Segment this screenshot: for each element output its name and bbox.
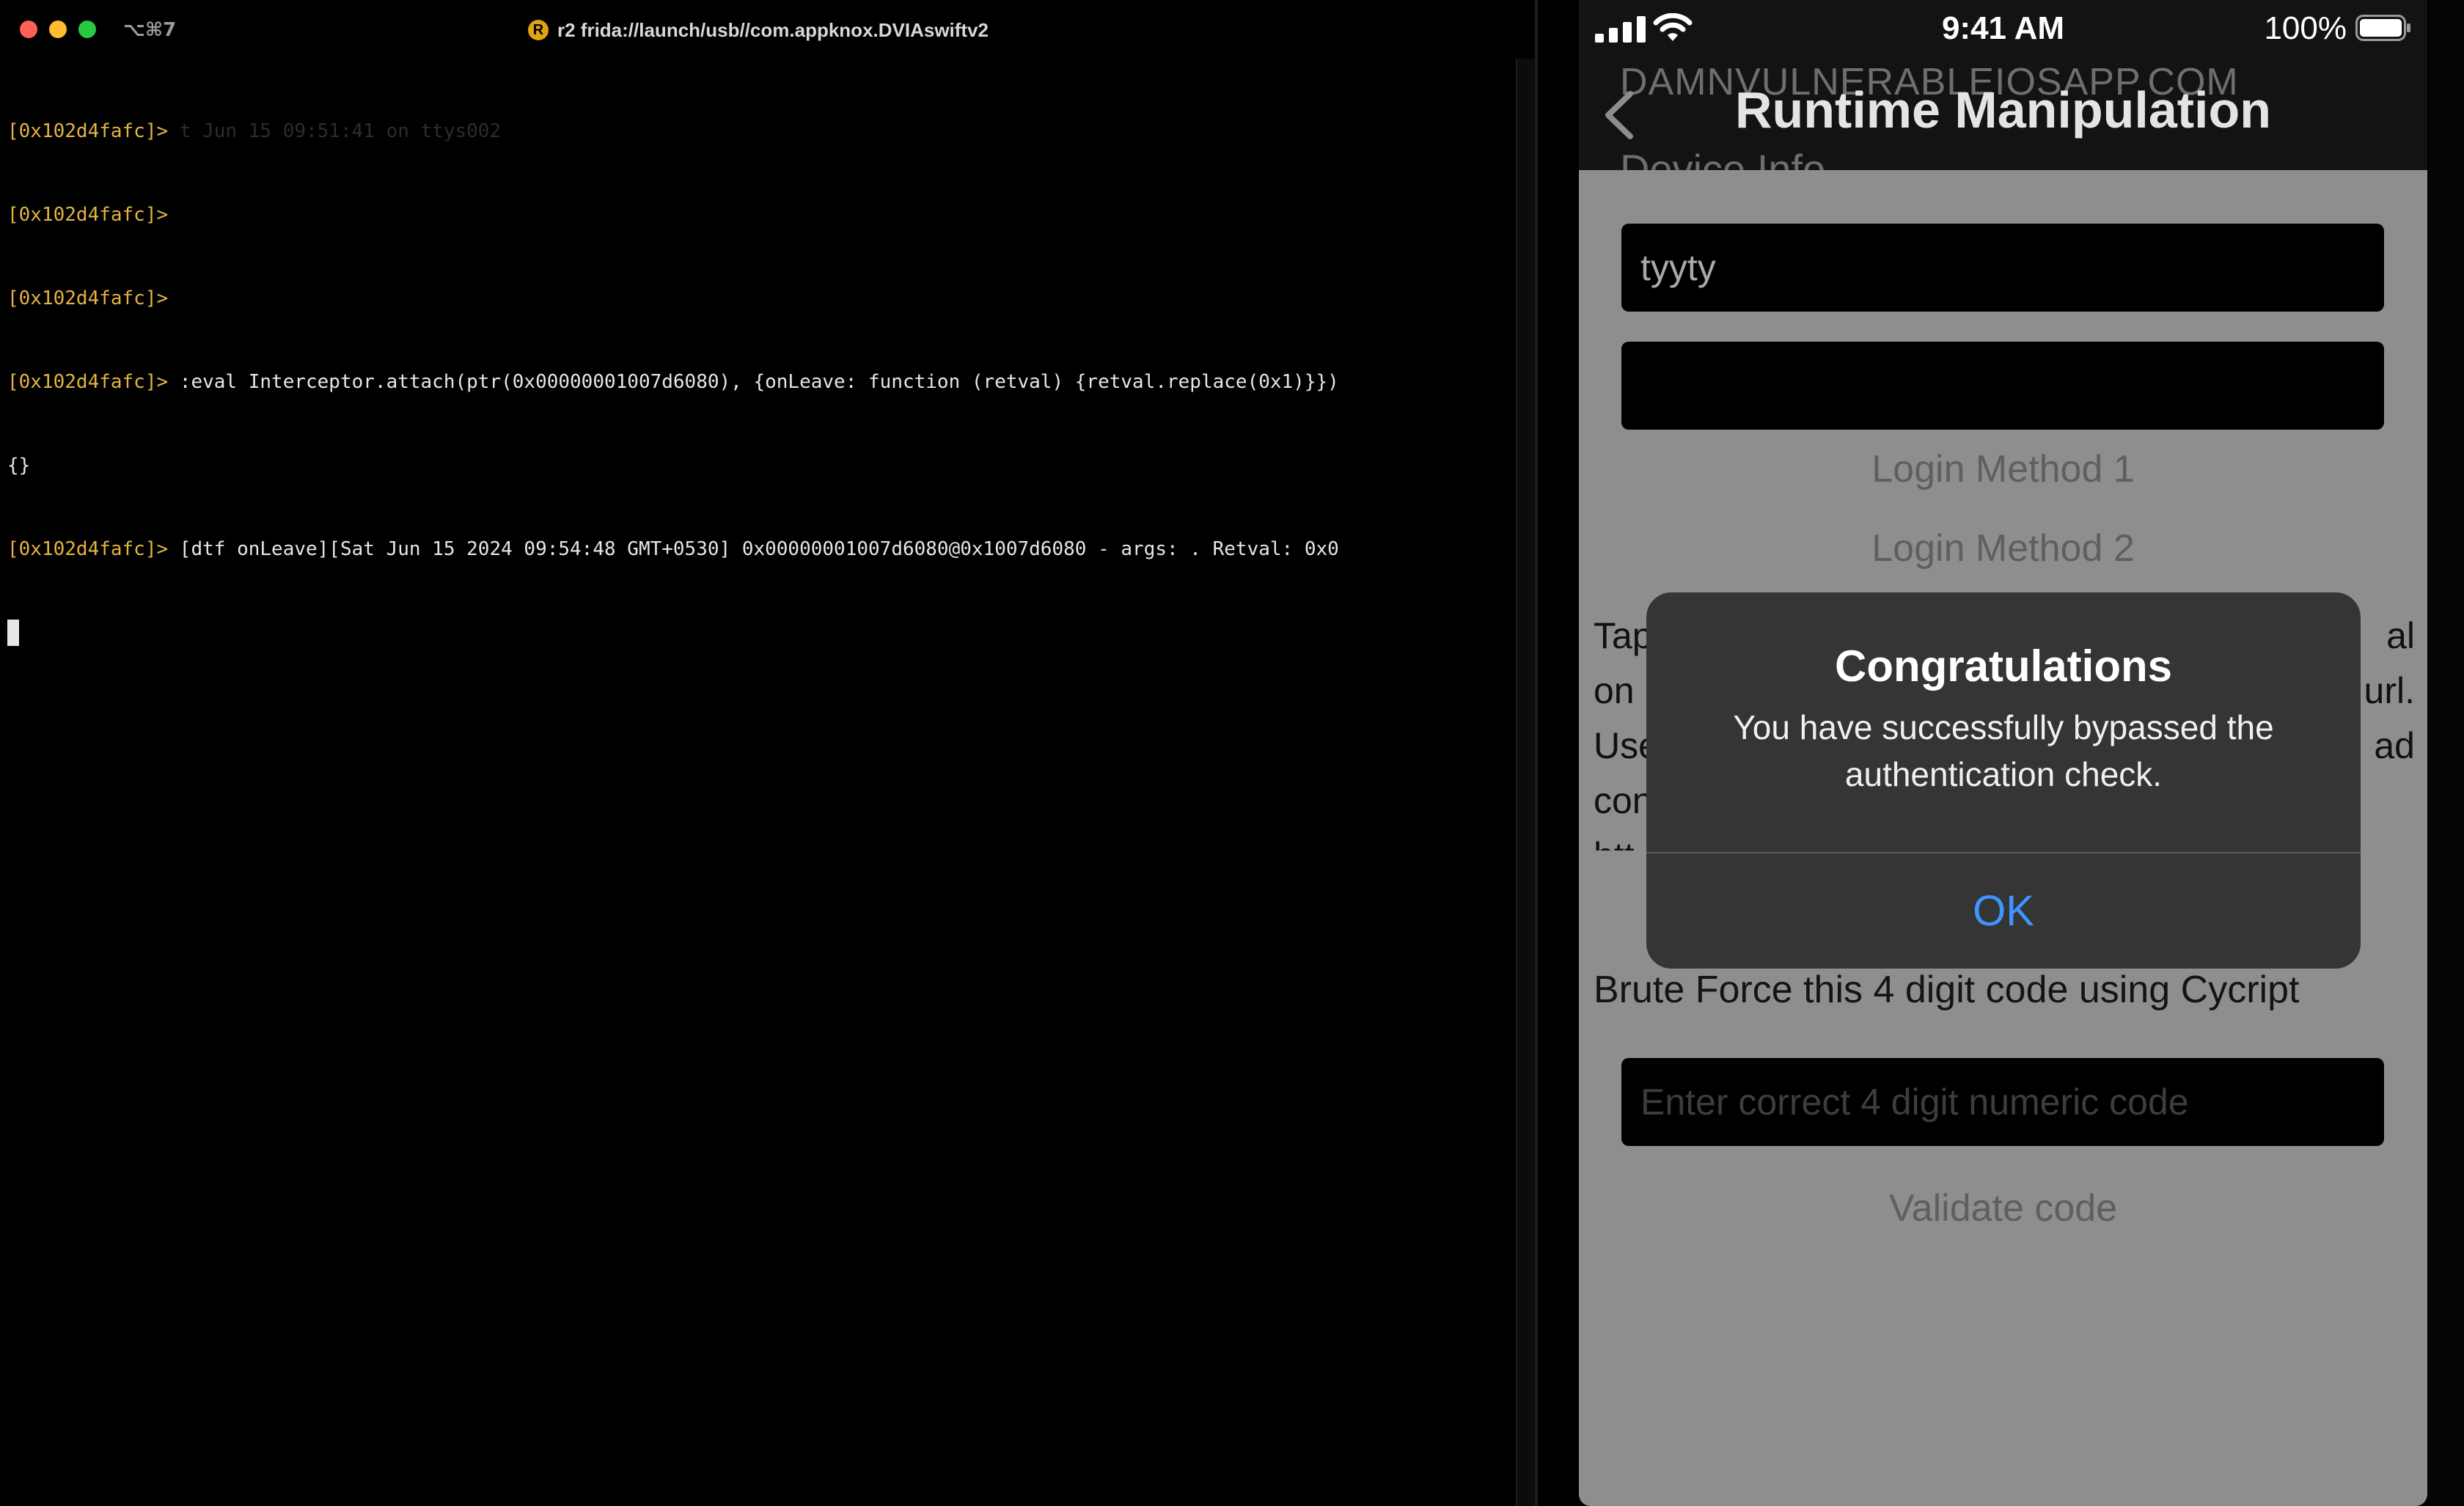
- terminal-title: r2 frida://launch/usb//com.appknox.DVIAs…: [557, 18, 989, 41]
- instruction-line-right: ad: [2374, 725, 2415, 766]
- minimize-window-button[interactable]: [49, 21, 67, 38]
- terminal-line: [0x102d4fafc]> :eval Interceptor.attach(…: [7, 368, 1339, 396]
- text-cursor: [7, 620, 19, 646]
- battery-icon: [2355, 15, 2410, 41]
- terminal-scrollbar[interactable]: [1516, 59, 1535, 1506]
- prompt: [0x102d4fafc]>: [7, 120, 169, 142]
- alert-message: You have successfully bypassed the authe…: [1733, 708, 2274, 793]
- brute-force-label: Brute Force this 4 digit code using Cycr…: [1594, 969, 2300, 1011]
- ghost-text: t Jun 15 09:51:41 on ttys002: [179, 120, 502, 142]
- nav-background-subtext: Device Info: [1620, 146, 1826, 170]
- username-field-container: [1621, 224, 2384, 312]
- window-edge: [2429, 0, 2464, 1506]
- instruction-line-left: con: [1594, 780, 1653, 821]
- terminal-window[interactable]: ⌥⌘7 R r2 frida://launch/usb//com.appknox…: [0, 0, 1538, 1506]
- r2-badge-icon: R: [528, 20, 549, 40]
- terminal-titlebar: ⌥⌘7 R r2 frida://launch/usb//com.appknox…: [0, 0, 1535, 59]
- status-bar: 9:41 AM 100%: [1579, 0, 2427, 59]
- password-field-container: [1621, 342, 2384, 430]
- terminal-output[interactable]: [0x102d4fafc]> t Jun 15 09:51:41 on ttys…: [7, 62, 1339, 702]
- terminal-title-wrap: R r2 frida://launch/usb//com.appknox.DVI…: [528, 18, 989, 43]
- command-text: :eval Interceptor.attach(ptr(0x000000010…: [168, 371, 1339, 393]
- login-method-2-button[interactable]: Login Method 2: [1579, 526, 2427, 570]
- zoom-window-button[interactable]: [78, 21, 96, 38]
- instruction-line-right: url.: [2364, 670, 2415, 711]
- prompt: [0x102d4fafc]>: [7, 287, 169, 309]
- iphone-screen[interactable]: 9:41 AM 100% DAMNVULNERABLEIOSAPP.COM De…: [1579, 0, 2427, 1506]
- command-text: [dtf onLeave][Sat Jun 15 2024 09:54:48 G…: [168, 538, 1339, 560]
- prompt: [0x102d4fafc]>: [7, 538, 169, 560]
- validate-code-button[interactable]: Validate code: [1579, 1186, 2427, 1230]
- tab-shortcut-label: ⌥⌘7: [123, 19, 177, 41]
- prompt: [0x102d4fafc]>: [7, 204, 169, 226]
- terminal-line: [0x102d4fafc]> [dtf onLeave][Sat Jun 15 …: [7, 535, 1339, 563]
- command-text: {}: [7, 455, 31, 477]
- terminal-line: {}: [7, 452, 1339, 480]
- terminal-line: [0x102d4fafc]> t Jun 15 09:51:41 on ttys…: [7, 117, 1339, 145]
- login-method-1-button[interactable]: Login Method 1: [1579, 447, 2427, 491]
- command-text: [168, 120, 180, 142]
- instruction-line-left: Tap: [1594, 615, 1653, 656]
- alert-ok-button[interactable]: OK: [1646, 853, 2361, 969]
- alert-title: Congratulations: [1835, 642, 2172, 691]
- congratulations-alert: Congratulations You have successfully by…: [1646, 592, 2361, 969]
- page-title: Runtime Manipulation: [1734, 81, 2272, 139]
- close-window-button[interactable]: [20, 21, 37, 38]
- instruction-line-left: htt: [1594, 829, 1635, 851]
- code-field-container: [1621, 1058, 2384, 1146]
- code-input[interactable]: [1621, 1058, 2384, 1146]
- navigation-bar: DAMNVULNERABLEIOSAPP.COM Device Info Run…: [1579, 59, 2427, 170]
- terminal-input-line[interactable]: [7, 619, 1339, 647]
- instruction-line-right: al: [2386, 615, 2415, 656]
- username-field[interactable]: [1621, 224, 2384, 312]
- terminal-line: [0x102d4fafc]>: [7, 284, 1339, 312]
- password-field[interactable]: [1621, 342, 2384, 430]
- instruction-line-left: on: [1594, 670, 1635, 711]
- terminal-line: [0x102d4fafc]>: [7, 201, 1339, 229]
- battery-percentage: 100%: [2264, 10, 2347, 46]
- prompt: [0x102d4fafc]>: [7, 371, 169, 393]
